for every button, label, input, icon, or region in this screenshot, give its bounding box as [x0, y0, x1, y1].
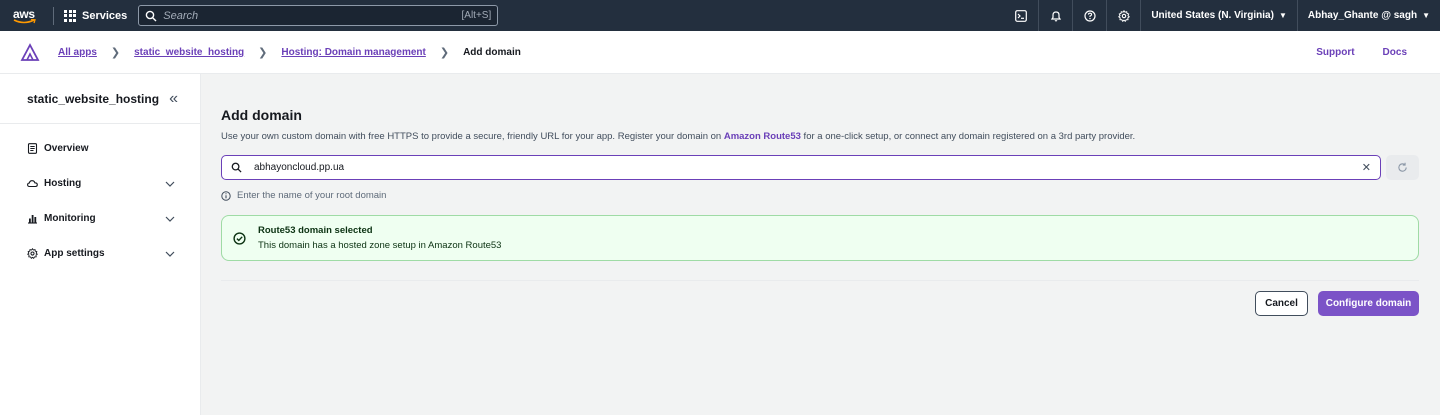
- page-title: Add domain: [221, 107, 302, 123]
- help-icon: [1084, 9, 1096, 22]
- cancel-button[interactable]: Cancel: [1255, 291, 1308, 316]
- chart-icon: [27, 213, 38, 224]
- breadcrumb-domain-management[interactable]: Hosting: Domain management: [281, 47, 425, 58]
- smile-arrow-icon: [13, 18, 36, 23]
- region-selector[interactable]: United States (N. Virginia) ▼: [1140, 0, 1297, 31]
- global-search[interactable]: [Alt+S]: [138, 5, 499, 26]
- gear-icon: [1117, 9, 1130, 22]
- breadcrumb: All apps ❯ static_website_hosting ❯ Host…: [58, 46, 521, 59]
- aws-logo[interactable]: aws: [11, 4, 45, 28]
- chevron-right-icon: ❯: [439, 46, 450, 59]
- caret-down-icon: ▼: [1278, 11, 1287, 20]
- sidebar: static_website_hosting « Overview Hostin…: [0, 74, 201, 415]
- support-link[interactable]: Support: [1316, 47, 1354, 58]
- alert-title: Route53 domain selected: [258, 225, 373, 236]
- cloudshell-button[interactable]: [1004, 0, 1038, 31]
- chevron-right-icon: ❯: [258, 46, 268, 59]
- success-alert: Route53 domain selected This domain has …: [221, 215, 1419, 261]
- sidebar-item-label: Monitoring: [44, 213, 96, 224]
- domain-hint: Enter the name of your root domain: [221, 190, 386, 201]
- nav-right: United States (N. Virginia) ▼ Abhay_Ghan…: [1004, 0, 1440, 31]
- breadcrumb-app[interactable]: static_website_hosting: [134, 47, 244, 58]
- sidebar-item-app-settings[interactable]: App settings: [0, 236, 200, 271]
- terminal-icon: [1015, 9, 1028, 22]
- settings-button[interactable]: [1106, 0, 1140, 31]
- domain-search-field[interactable]: ✕: [221, 155, 1381, 180]
- top-nav: aws Services [Alt+S] United States (N. V…: [0, 0, 1440, 31]
- breadcrumb-current: Add domain: [463, 46, 521, 58]
- caret-down-icon: ▼: [1422, 11, 1430, 20]
- notifications-button[interactable]: [1038, 0, 1072, 31]
- collapse-sidebar-icon[interactable]: «: [169, 90, 178, 108]
- sidebar-item-monitoring[interactable]: Monitoring: [0, 201, 200, 236]
- info-icon: [221, 190, 231, 201]
- amplify-logo-icon[interactable]: [20, 43, 40, 61]
- grid-icon: [64, 9, 76, 22]
- description-text-pre: Use your own custom domain with free HTT…: [221, 131, 724, 142]
- cloud-icon: [27, 178, 38, 189]
- main-content: Add domain Use your own custom domain wi…: [201, 74, 1440, 415]
- nav-divider: [53, 6, 54, 25]
- search-shortcut: [Alt+S]: [461, 10, 492, 21]
- account-label: Abhay_Ghante @ sagh: [1307, 10, 1418, 21]
- chevron-down-icon[interactable]: [165, 181, 175, 187]
- search-icon: [231, 162, 242, 173]
- gear-icon: [27, 248, 38, 259]
- sidebar-app-title: static_website_hosting: [27, 91, 160, 106]
- route53-link[interactable]: Amazon Route53: [724, 131, 801, 142]
- search-icon: [145, 10, 157, 21]
- chevron-right-icon: ❯: [110, 46, 121, 59]
- search-input[interactable]: [163, 9, 462, 22]
- sidebar-item-label: Hosting: [44, 178, 82, 189]
- chevron-down-icon[interactable]: [165, 216, 175, 222]
- page-description: Use your own custom domain with free HTT…: [221, 131, 1135, 142]
- refresh-icon: [1398, 162, 1407, 172]
- sidebar-header: static_website_hosting «: [0, 74, 200, 124]
- refresh-button[interactable]: [1386, 155, 1419, 180]
- services-menu[interactable]: Services: [64, 9, 128, 22]
- sidebar-item-label: Overview: [44, 143, 89, 154]
- alert-text: This domain has a hosted zone setup in A…: [258, 240, 502, 251]
- account-menu[interactable]: Abhay_Ghante @ sagh ▼: [1296, 0, 1440, 31]
- help-links: Support Docs: [1316, 31, 1407, 74]
- chevron-down-icon[interactable]: [165, 251, 175, 257]
- region-label: United States (N. Virginia): [1151, 10, 1274, 21]
- sidebar-item-hosting[interactable]: Hosting: [0, 166, 200, 201]
- clear-icon[interactable]: ✕: [1362, 161, 1371, 174]
- domain-input[interactable]: [254, 162, 1362, 173]
- breadcrumb-bar: All apps ❯ static_website_hosting ❯ Host…: [0, 31, 1440, 74]
- description-text-post: for a one-click setup, or connect any do…: [800, 131, 1136, 142]
- document-icon: [27, 143, 38, 154]
- divider: [221, 280, 1419, 281]
- services-label: Services: [82, 9, 128, 22]
- check-circle-icon: [233, 231, 246, 245]
- breadcrumb-all-apps[interactable]: All apps: [58, 47, 97, 58]
- bell-icon: [1050, 10, 1061, 21]
- sidebar-item-label: App settings: [44, 248, 105, 259]
- alert-body: Route53 domain selected This domain has …: [258, 225, 501, 251]
- sidebar-item-overview[interactable]: Overview: [0, 131, 200, 166]
- docs-link[interactable]: Docs: [1383, 47, 1407, 58]
- hint-text: Enter the name of your root domain: [237, 190, 387, 201]
- help-button[interactable]: [1072, 0, 1106, 31]
- configure-domain-button[interactable]: Configure domain: [1318, 291, 1419, 316]
